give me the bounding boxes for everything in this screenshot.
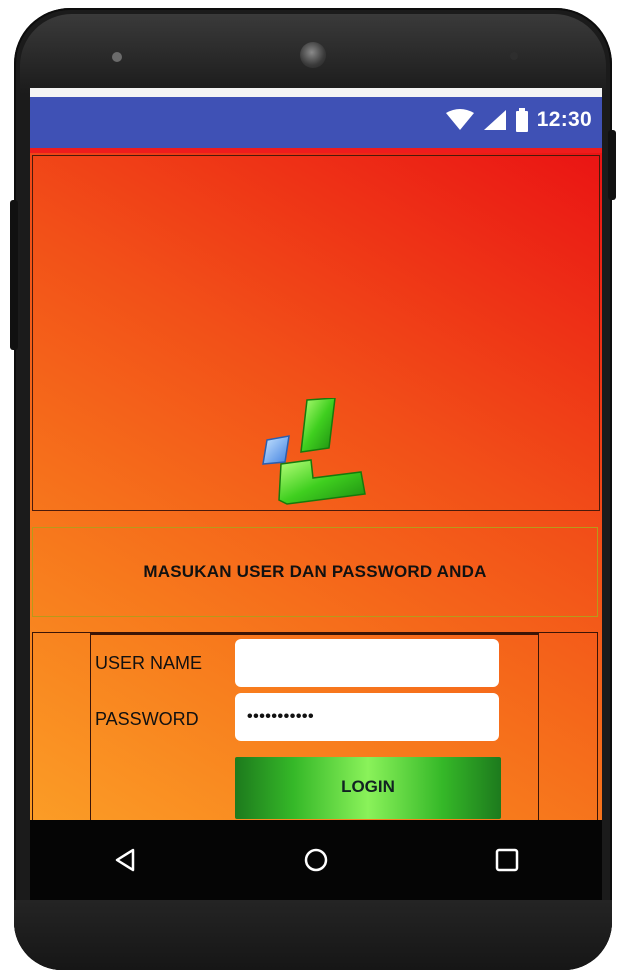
form-divider-right	[538, 633, 539, 823]
instruction-banner: MASUKAN USER DAN PASSWORD ANDA	[32, 527, 598, 617]
status-bar: 12:30	[30, 97, 602, 148]
front-camera	[300, 42, 326, 68]
status-icons: 12:30	[445, 108, 592, 132]
recents-icon	[495, 848, 518, 872]
battery-icon	[515, 108, 528, 132]
username-label: USER NAME	[95, 653, 203, 673]
password-label: PASSWORD	[95, 709, 199, 729]
phone-bottom-bezel	[14, 900, 612, 970]
sensor-dot	[112, 52, 122, 62]
login-form: USER NAME PASSWORD LOGIN	[32, 632, 598, 823]
phone-screen: 12:30 MASUKAN USER DAN PASSWORD ANDA USE…	[30, 88, 602, 823]
app-logo-icon	[262, 398, 366, 505]
form-divider-left	[90, 633, 91, 823]
status-time: 12:30	[536, 108, 592, 131]
sensor-dot-right	[510, 52, 518, 60]
home-icon	[304, 848, 328, 872]
password-field[interactable]	[235, 693, 499, 741]
wifi-icon	[445, 109, 474, 130]
back-icon	[116, 848, 135, 872]
home-button[interactable]	[286, 830, 346, 890]
navigation-bar	[30, 820, 602, 900]
form-divider-top	[90, 633, 539, 635]
recents-button[interactable]	[477, 830, 537, 890]
logo-container	[32, 155, 600, 511]
back-button[interactable]	[95, 830, 155, 890]
username-field[interactable]	[235, 639, 499, 687]
screen-top-edge	[30, 88, 602, 97]
volume-button	[10, 200, 18, 350]
login-button[interactable]: LOGIN	[235, 757, 501, 819]
power-button	[608, 130, 616, 200]
instruction-text: MASUKAN USER DAN PASSWORD ANDA	[143, 562, 487, 581]
signal-icon	[483, 110, 506, 130]
app-content: MASUKAN USER DAN PASSWORD ANDA USER NAME…	[30, 153, 602, 823]
